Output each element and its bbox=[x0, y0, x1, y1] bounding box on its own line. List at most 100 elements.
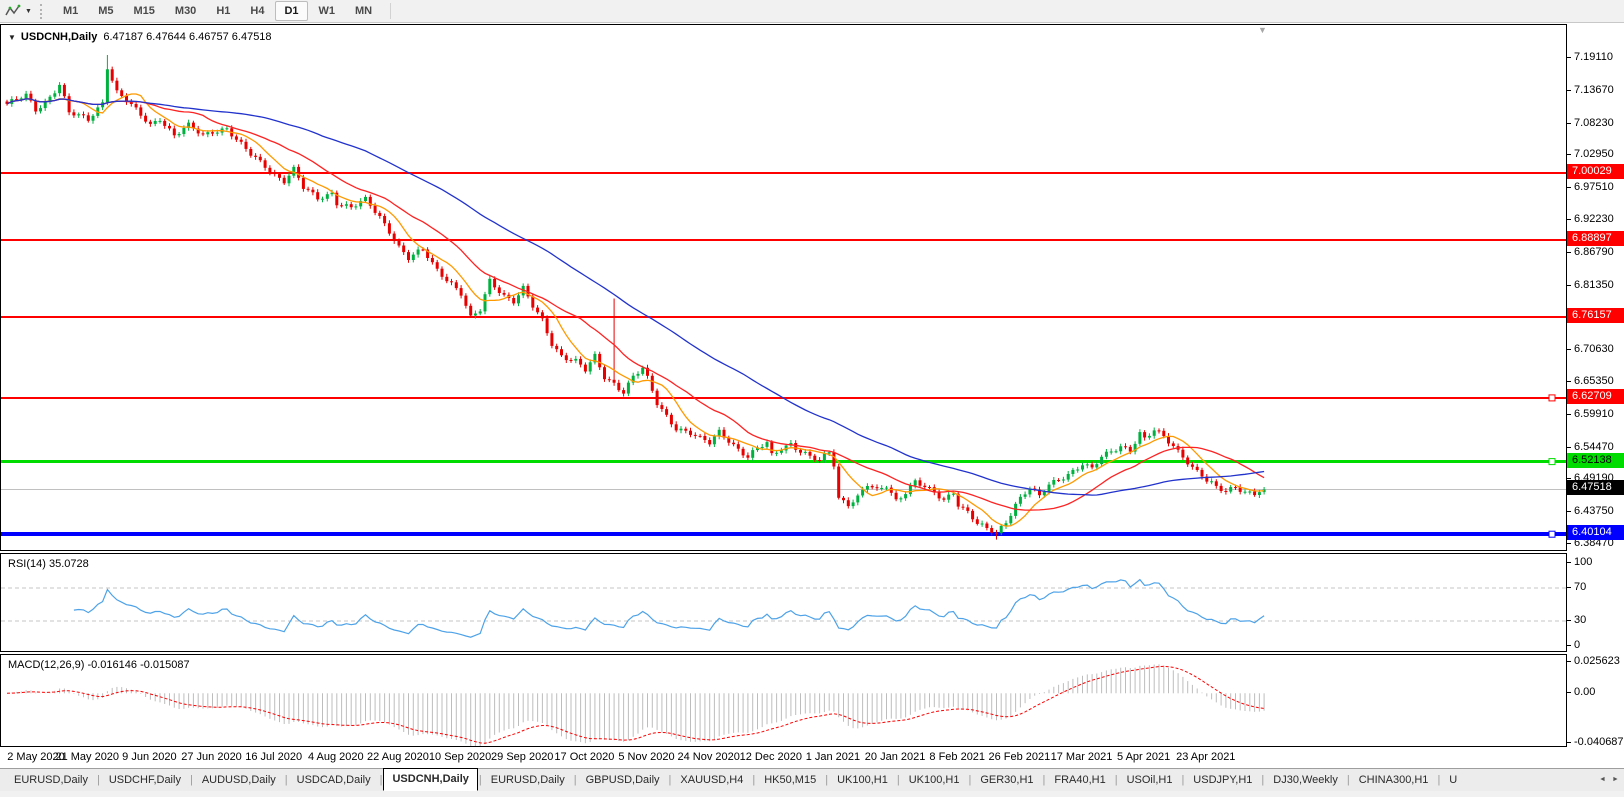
price-tick-label: 6.54470 bbox=[1574, 440, 1614, 454]
current-price-label: 6.47518 bbox=[1567, 480, 1624, 495]
price-tick-label: 6.59910 bbox=[1574, 407, 1614, 421]
axis-tick bbox=[1567, 587, 1571, 588]
mt4-window: ▼ M1M5M15M30H1H4D1W1MN ▼USDCNH,Daily6.47… bbox=[0, 0, 1624, 797]
tab-usdjpy-h1[interactable]: USDJPY,H1 bbox=[1185, 769, 1260, 791]
timeframe-button-m1[interactable]: M1 bbox=[54, 1, 87, 21]
tab-fra40-h1[interactable]: FRA40,H1 bbox=[1046, 769, 1113, 791]
date-tick-label: 5 Apr 2021 bbox=[1117, 751, 1170, 763]
tab-dj30-weekly[interactable]: DJ30,Weekly bbox=[1265, 769, 1346, 791]
chart-shift-marker-icon[interactable]: ▼ bbox=[1258, 26, 1267, 35]
price-tick-label: 6.43750 bbox=[1574, 504, 1614, 518]
macd-tick-label: -0.040687 bbox=[1574, 735, 1624, 749]
price-tick-label: 7.13670 bbox=[1574, 83, 1614, 97]
date-tick-label: 24 Nov 2020 bbox=[677, 751, 739, 763]
tab-uk100-h1[interactable]: UK100,H1 bbox=[829, 769, 896, 791]
axis-tick bbox=[1567, 645, 1571, 646]
macd-tick-label: 0.00 bbox=[1574, 685, 1595, 699]
axis-tick bbox=[1567, 414, 1571, 415]
axis-tick bbox=[1567, 543, 1571, 544]
axis-tick bbox=[1567, 252, 1571, 253]
level-price-label: 6.88897 bbox=[1567, 231, 1624, 246]
date-tick-label: 17 Oct 2020 bbox=[554, 751, 614, 763]
date-tick-label: 5 Nov 2020 bbox=[618, 751, 674, 763]
macd-panel[interactable]: MACD(12,26,9) -0.016146 -0.015087 bbox=[0, 654, 1567, 747]
price-tick-label: 6.70630 bbox=[1574, 342, 1614, 356]
tab-usdcad-daily[interactable]: USDCAD,Daily bbox=[289, 769, 379, 791]
rsi-label: RSI(14) 35.0728 bbox=[8, 558, 89, 570]
date-tick-label: 1 Jan 2021 bbox=[806, 751, 860, 763]
candlestick-chart[interactable] bbox=[1, 25, 1566, 550]
date-tick-label: 12 Dec 2020 bbox=[740, 751, 802, 763]
tab-u[interactable]: U bbox=[1441, 769, 1465, 791]
axis-tick bbox=[1567, 154, 1571, 155]
chart-title-ohlc: 6.47187 6.47644 6.46757 6.47518 bbox=[103, 31, 271, 43]
rsi-panel[interactable]: RSI(14) 35.0728 bbox=[0, 553, 1567, 652]
timeframe-button-w1[interactable]: W1 bbox=[310, 1, 345, 21]
macd-chart bbox=[1, 655, 1566, 746]
timeframe-button-h1[interactable]: H1 bbox=[207, 1, 239, 21]
timeframe-button-m15[interactable]: M15 bbox=[125, 1, 164, 21]
price-tick-label: 6.81350 bbox=[1574, 278, 1614, 292]
axis-tick bbox=[1567, 90, 1571, 91]
axis-tick bbox=[1567, 447, 1571, 448]
toolbar-grip[interactable] bbox=[40, 4, 44, 19]
timeframe-buttons: M1M5M15M30H1H4D1W1MN bbox=[53, 1, 382, 21]
axis-tick bbox=[1567, 742, 1571, 743]
level-price-label: 6.52138 bbox=[1567, 453, 1624, 468]
tab-eurusd-daily[interactable]: EURUSD,Daily bbox=[6, 769, 96, 791]
date-tick-label: 16 Jul 2020 bbox=[245, 751, 302, 763]
axis-tick bbox=[1567, 381, 1571, 382]
date-tick-label: 20 Jan 2021 bbox=[865, 751, 926, 763]
axis-tick bbox=[1567, 285, 1571, 286]
axis-tick bbox=[1567, 187, 1571, 188]
level-price-label: 6.40104 bbox=[1567, 525, 1624, 540]
status-strip bbox=[0, 791, 1624, 797]
rsi-tick-label: 30 bbox=[1574, 613, 1586, 627]
macd-tick-label: 0.025623 bbox=[1574, 654, 1620, 668]
tab-gbpusd-daily[interactable]: GBPUSD,Daily bbox=[578, 769, 668, 791]
tab-audusd-daily[interactable]: AUDUSD,Daily bbox=[194, 769, 284, 791]
axis-tick bbox=[1567, 349, 1571, 350]
date-tick-label: 17 Mar 2021 bbox=[1051, 751, 1113, 763]
tab-hk50-m15[interactable]: HK50,M15 bbox=[756, 769, 824, 791]
chevron-down-icon[interactable]: ▼ bbox=[25, 8, 32, 15]
tab-usdcnh-daily[interactable]: USDCNH,Daily bbox=[383, 768, 477, 791]
tab-china300-h1[interactable]: CHINA300,H1 bbox=[1351, 769, 1437, 791]
tab-eurusd-daily[interactable]: EURUSD,Daily bbox=[483, 769, 573, 791]
rsi-tick-label: 0 bbox=[1574, 638, 1580, 652]
tab-scroll-right-icon[interactable]: ► bbox=[1609, 772, 1622, 787]
date-axis[interactable]: 2 May 202021 May 20209 Jun 202027 Jun 20… bbox=[0, 747, 1567, 768]
price-tick-label: 6.65350 bbox=[1574, 374, 1614, 388]
tab-scroll-buttons: ◄ ► bbox=[1596, 772, 1622, 787]
timeframe-button-m5[interactable]: M5 bbox=[89, 1, 122, 21]
price-axis[interactable]: 7.191107.136707.082307.029506.975106.922… bbox=[1567, 23, 1624, 768]
tab-usdchf-daily[interactable]: USDCHF,Daily bbox=[101, 769, 189, 791]
timeframe-button-mn[interactable]: MN bbox=[346, 1, 381, 21]
tab-xauusd-h4[interactable]: XAUUSD,H4 bbox=[672, 769, 751, 791]
axis-tick bbox=[1567, 692, 1571, 693]
rsi-tick-label: 100 bbox=[1574, 555, 1592, 569]
timeframe-button-d1[interactable]: D1 bbox=[275, 1, 307, 21]
level-price-label: 7.00029 bbox=[1567, 164, 1624, 179]
price-tick-label: 7.02950 bbox=[1574, 147, 1614, 161]
timeframe-button-h4[interactable]: H4 bbox=[241, 1, 273, 21]
tab-usoil-h1[interactable]: USOil,H1 bbox=[1119, 769, 1181, 791]
tab-scroll-left-icon[interactable]: ◄ bbox=[1596, 772, 1609, 787]
tab-uk100-h1[interactable]: UK100,H1 bbox=[901, 769, 968, 791]
axis-tick bbox=[1567, 661, 1571, 662]
price-chart-panel[interactable]: ▼USDCNH,Daily6.47187 6.47644 6.46757 6.4… bbox=[0, 24, 1567, 551]
date-tick-label: 8 Feb 2021 bbox=[929, 751, 985, 763]
toolbar-separator bbox=[390, 3, 391, 19]
rsi-chart bbox=[1, 554, 1566, 651]
chart-tab-bar: EURUSD,Daily|USDCHF,Daily|AUDUSD,Daily|U… bbox=[0, 768, 1624, 791]
timeframe-button-m30[interactable]: M30 bbox=[166, 1, 205, 21]
price-tick-label: 7.08230 bbox=[1574, 116, 1614, 130]
level-price-label: 6.76157 bbox=[1567, 308, 1624, 323]
chart-pointer-icon[interactable] bbox=[4, 3, 24, 19]
axis-tick bbox=[1567, 219, 1571, 220]
tab-ger30-h1[interactable]: GER30,H1 bbox=[972, 769, 1041, 791]
one-click-trading-icon[interactable]: ▼ bbox=[8, 33, 16, 42]
price-tick-label: 6.86790 bbox=[1574, 245, 1614, 259]
axis-tick bbox=[1567, 562, 1571, 563]
price-tick-label: 6.92230 bbox=[1574, 212, 1614, 226]
